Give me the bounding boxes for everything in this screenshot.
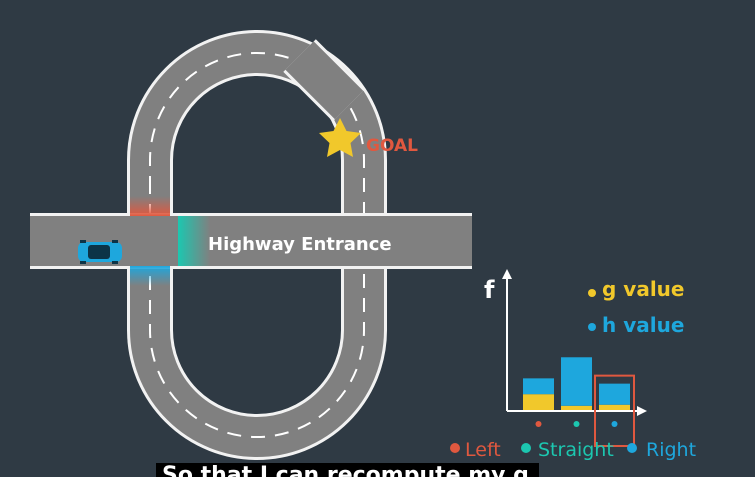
bar-right-g-value xyxy=(599,404,630,410)
bars-layer xyxy=(523,357,635,447)
y-axis-arrow xyxy=(502,269,512,279)
bar-straight-g-value xyxy=(561,405,592,410)
bar-right-h-value xyxy=(599,383,630,405)
h-value-dot xyxy=(588,323,596,331)
right-legend-dot xyxy=(627,443,637,453)
subtitle-text: So that I can recompute my g xyxy=(162,463,529,477)
g-value-legend: g value xyxy=(602,277,684,301)
f-cost-chart: f g value h value Left Straight Right xyxy=(450,269,696,461)
category-dots xyxy=(535,421,618,427)
left-legend-dot xyxy=(450,443,460,453)
right-turn-marker xyxy=(130,266,170,286)
f-axis-label: f xyxy=(484,276,495,304)
category-dot-right xyxy=(611,421,618,427)
right-legend-label: Right xyxy=(646,439,696,461)
scene-canvas: Highway Entrance GOAL f g value h value … xyxy=(30,30,696,461)
straight-legend-label: Straight xyxy=(538,439,614,461)
category-dot-left xyxy=(535,421,542,427)
bar-left-g-value xyxy=(523,394,554,410)
category-dot-straight xyxy=(573,421,580,427)
x-axis-arrow xyxy=(637,406,647,416)
left-legend-label: Left xyxy=(465,439,501,461)
bar-straight-h-value xyxy=(561,357,592,406)
g-value-dot xyxy=(588,289,596,297)
subtitle-bar: So that I can recompute my g xyxy=(156,463,539,477)
straight-legend-dot xyxy=(521,443,531,453)
highway-entrance-label: Highway Entrance xyxy=(208,234,392,255)
bar-left-h-value xyxy=(523,378,554,395)
left-turn-marker xyxy=(130,196,170,216)
car-icon xyxy=(78,240,122,264)
straight-marker xyxy=(178,216,210,266)
h-value-legend: h value xyxy=(602,313,684,337)
goal-label: GOAL xyxy=(366,136,418,156)
